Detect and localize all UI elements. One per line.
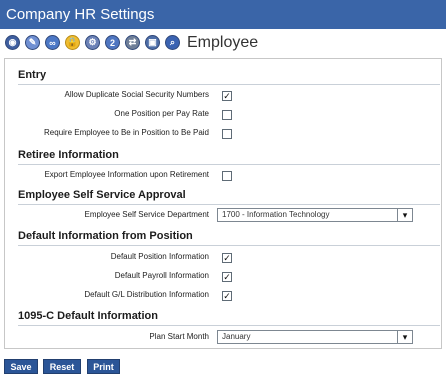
- default-gl-checkbox[interactable]: ✓: [222, 291, 232, 301]
- allow-duplicate-ssn-checkbox[interactable]: ✓: [222, 91, 232, 101]
- plan-start-month-value: January: [222, 332, 251, 341]
- retiree-separator: [18, 164, 440, 165]
- toolbar-title: Employee: [187, 33, 259, 51]
- one-position-per-pay-rate-checkbox[interactable]: [222, 110, 232, 120]
- allow-duplicate-ssn-label: Allow Duplicate Social Security Numbers: [64, 90, 210, 99]
- window-title: Company HR Settings: [0, 0, 446, 29]
- reset-button[interactable]: Reset: [43, 359, 81, 374]
- entry-section-title: Entry: [18, 69, 47, 81]
- default-position-label: Default Position Information: [110, 252, 209, 261]
- default-position-section-title: Default Information from Position: [18, 230, 193, 242]
- toolbar: ◉ ✎ ∞ 🔒 ⚙ 2 ⇄ ▣ ⌕ Employee: [0, 29, 446, 56]
- default-gl-label: Default G/L Distribution Information: [84, 290, 209, 299]
- settings-panel: Entry Allow Duplicate Social Security Nu…: [4, 58, 442, 349]
- lock-icon[interactable]: 🔒: [65, 35, 80, 50]
- settings-icon[interactable]: ⚙: [85, 35, 100, 50]
- employee-edit-icon[interactable]: ✎: [25, 35, 40, 50]
- number-two-icon[interactable]: 2: [105, 35, 120, 50]
- require-position-checkbox[interactable]: [222, 129, 232, 139]
- export-retirement-label: Export Employee Information upon Retirem…: [44, 170, 209, 179]
- require-position-label: Require Employee to Be in Position to Be…: [44, 128, 209, 137]
- save-button[interactable]: Save: [4, 359, 38, 374]
- plan-start-month-select[interactable]: January ▾: [217, 330, 413, 344]
- search-icon[interactable]: ⌕: [165, 35, 180, 50]
- default-position-separator: [18, 245, 440, 246]
- ess-section-title: Employee Self Service Approval: [18, 189, 186, 201]
- c1095-separator: [18, 325, 440, 326]
- employee-icon[interactable]: ◉: [5, 35, 20, 50]
- card-icon[interactable]: ▣: [145, 35, 160, 50]
- export-retirement-checkbox[interactable]: [222, 171, 232, 181]
- retiree-section-title: Retiree Information: [18, 149, 119, 161]
- default-position-checkbox[interactable]: ✓: [222, 253, 232, 263]
- chevron-down-icon[interactable]: ▾: [397, 331, 412, 343]
- link-icon[interactable]: ∞: [45, 35, 60, 50]
- default-payroll-checkbox[interactable]: ✓: [222, 272, 232, 282]
- ess-department-value: 1700 - Information Technology: [222, 210, 330, 219]
- ess-department-select[interactable]: 1700 - Information Technology ▾: [217, 208, 413, 222]
- ess-department-label: Employee Self Service Department: [84, 210, 210, 219]
- entry-separator: [18, 84, 440, 85]
- ess-separator: [18, 204, 440, 205]
- print-button[interactable]: Print: [87, 359, 120, 374]
- plan-start-month-label: Plan Start Month: [149, 332, 209, 341]
- default-payroll-label: Default Payroll Information: [114, 271, 209, 280]
- transfer-icon[interactable]: ⇄: [125, 35, 140, 50]
- chevron-down-icon[interactable]: ▾: [397, 209, 412, 221]
- c1095-section-title: 1095-C Default Information: [18, 310, 158, 322]
- one-position-per-pay-rate-label: One Position per Pay Rate: [114, 109, 209, 118]
